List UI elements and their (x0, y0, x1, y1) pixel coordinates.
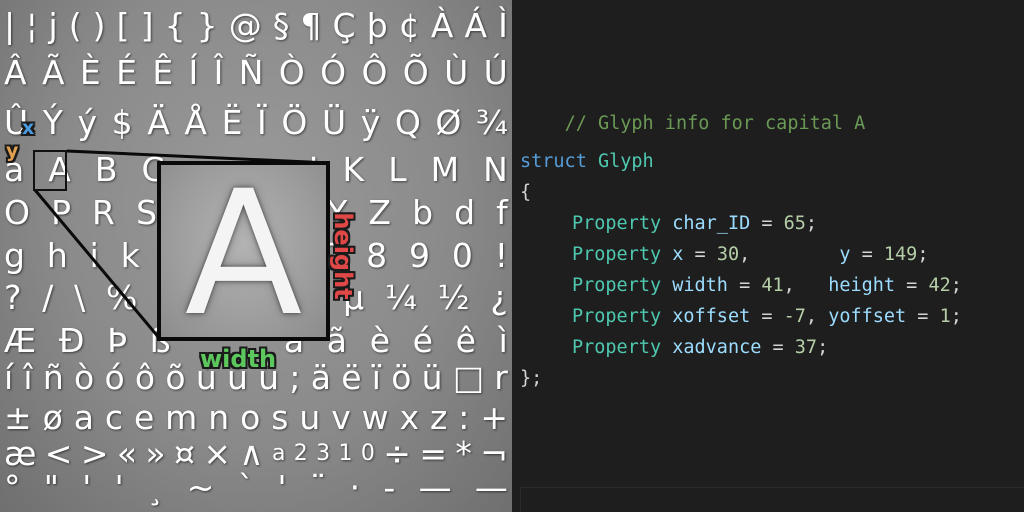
struct-keyword: struct (520, 151, 587, 172)
yoffset-name: yoffset (828, 306, 907, 327)
code-line-offsets: Property xoffset = -7, yoffset = 1; (572, 306, 962, 327)
open-brace: { (520, 182, 532, 203)
property-keyword: Property (572, 244, 662, 265)
xadvance-name: xadvance (672, 337, 762, 358)
x-value: 30 (716, 244, 740, 265)
close-brace: }; (520, 368, 543, 389)
editor-footer (520, 487, 1024, 512)
code-line-char-id: Property char_ID = 65; (572, 213, 818, 234)
char-id-value: 65 (783, 213, 806, 234)
yoffset-value: 1 (939, 306, 951, 327)
width-label: width (200, 345, 277, 373)
height-name: height (828, 275, 896, 296)
xadvance-value: 37 (794, 337, 818, 358)
zoomed-glyph-preview: A (157, 161, 330, 341)
xoffset-value: -7 (783, 306, 806, 327)
char-id-name: char_ID (672, 213, 751, 234)
property-keyword: Property (572, 213, 662, 234)
code-editor-panel[interactable]: // Glyph info for capital A struct Glyph… (512, 0, 1024, 512)
code-line-width-height: Property width = 41, height = 42; (572, 275, 962, 296)
y-name: y (839, 244, 851, 265)
width-value: 41 (761, 275, 784, 296)
code-line-x-y: Property x = 30, y = 149; (572, 244, 929, 265)
height-label: height (329, 212, 357, 300)
font-atlas-panel: | ¦ j()[]{} @ § ¶ Çþ ¢ À Á Ì Â Ã È É Ê Í Î Ñ Ò Ó Ô Õ Ù Ú Û Ýý $ Ä Å Ë Ï… (0, 0, 512, 512)
width-name: width (672, 275, 728, 296)
code-comment: // Glyph info for capital A (564, 113, 866, 134)
zoomed-glyph-letter: A (184, 161, 303, 341)
selected-glyph-outline (33, 150, 67, 191)
code-line-comment: // Glyph info for capital A (520, 88, 866, 134)
property-keyword: Property (572, 337, 662, 358)
code-line-close-brace: }; (520, 367, 542, 391)
height-value: 42 (928, 275, 951, 296)
code-line-open-brace: { (520, 181, 531, 205)
xoffset-name: xoffset (672, 306, 751, 327)
y-label: y (6, 140, 19, 162)
x-name: x (672, 244, 684, 265)
code-line-xadvance: Property xadvance = 37; (572, 337, 829, 358)
property-keyword: Property (572, 275, 662, 296)
x-label: x (22, 117, 35, 139)
property-keyword: Property (572, 306, 662, 327)
y-value: 149 (883, 244, 918, 265)
struct-name: Glyph (597, 151, 654, 172)
code-line-struct: struct Glyph (520, 150, 654, 174)
